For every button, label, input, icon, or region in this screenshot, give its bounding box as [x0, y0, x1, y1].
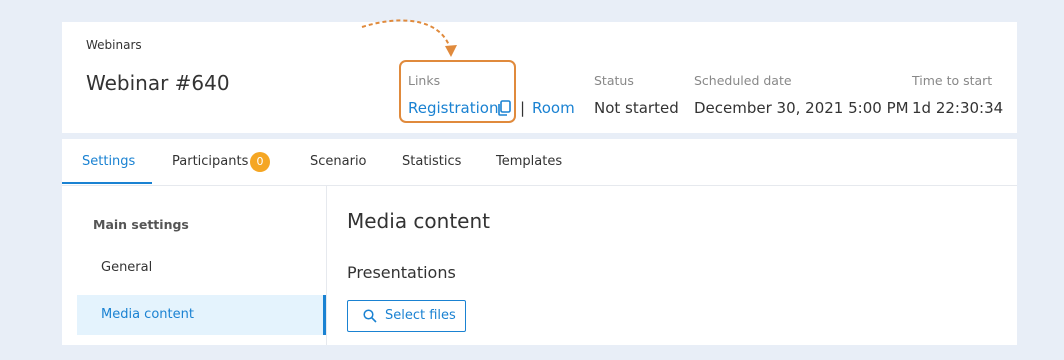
sidebar-section-title: Main settings: [93, 217, 189, 232]
sidebar-divider: [326, 185, 327, 345]
select-files-label: Select files: [385, 308, 456, 323]
status-label: Status: [594, 73, 634, 88]
tab-participants[interactable]: Participants: [172, 154, 248, 169]
time-to-start-value: 1d 22:30:34: [912, 99, 1004, 117]
tab-bar: Settings Participants 0 Scenario Statist…: [62, 139, 1017, 186]
breadcrumb[interactable]: Webinars: [86, 38, 142, 52]
select-files-button[interactable]: Select files: [347, 300, 466, 332]
active-tab-indicator: [62, 182, 152, 184]
tab-settings[interactable]: Settings: [82, 154, 135, 169]
webinar-header: Webinars Webinar #640 Links Registration…: [62, 22, 1017, 133]
settings-panel: Settings Participants 0 Scenario Statist…: [62, 139, 1017, 345]
scheduled-date-value: December 30, 2021 5:00 PM: [694, 99, 909, 117]
scheduled-date-label: Scheduled date: [694, 73, 792, 88]
tab-scenario[interactable]: Scenario: [310, 154, 367, 169]
status-value: Not started: [594, 99, 679, 117]
dashed-arrow-icon: [361, 19, 457, 57]
links-separator: |: [520, 99, 526, 117]
content-title: Media content: [347, 209, 490, 233]
page-title: Webinar #640: [86, 71, 230, 95]
tab-templates[interactable]: Templates: [496, 154, 562, 169]
sidebar-item-media-content-label[interactable]: Media content: [101, 307, 194, 322]
sidebar-item-general[interactable]: General: [101, 260, 152, 275]
presentations-heading: Presentations: [347, 263, 456, 282]
time-to-start-label: Time to start: [912, 73, 993, 88]
room-link[interactable]: Room: [532, 99, 575, 117]
search-icon: [363, 309, 377, 323]
tab-statistics[interactable]: Statistics: [402, 154, 461, 169]
participants-count-badge: 0: [250, 152, 270, 172]
